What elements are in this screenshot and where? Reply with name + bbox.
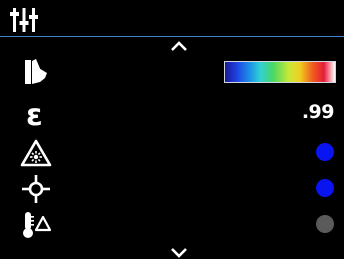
emissivity-value[interactable]: .99	[302, 101, 335, 123]
laser-warning-icon	[20, 139, 52, 167]
temperature-alarm-toggle[interactable]	[316, 215, 334, 233]
header-divider	[0, 36, 344, 37]
svg-text:ε: ε	[26, 98, 43, 129]
emissivity-row[interactable]: ε .99	[0, 94, 344, 132]
chevron-down-icon[interactable]	[166, 244, 192, 259]
crosshair-row[interactable]	[0, 170, 344, 208]
palette-gradient-bar[interactable]	[224, 61, 336, 83]
chevron-up-icon[interactable]	[166, 38, 192, 54]
emissivity-icon: ε	[26, 98, 43, 129]
crosshair-toggle[interactable]	[316, 179, 334, 197]
temperature-alarm-icon	[23, 212, 52, 238]
laser-toggle[interactable]	[316, 143, 334, 161]
temperature-alarm-row[interactable]	[0, 206, 344, 244]
color-palette-icon	[25, 59, 47, 84]
palette-row[interactable]	[0, 53, 344, 91]
crosshair-icon	[22, 175, 50, 203]
laser-row[interactable]	[0, 134, 344, 172]
header-bar	[0, 0, 344, 36]
settings-sliders-icon[interactable]	[10, 7, 38, 33]
